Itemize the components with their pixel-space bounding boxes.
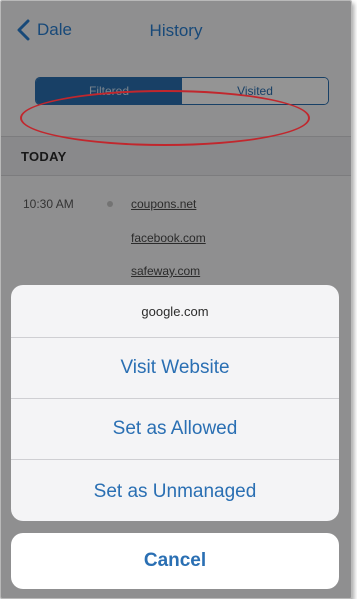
visit-website-button[interactable]: Visit Website bbox=[11, 338, 339, 399]
action-sheet-title: google.com bbox=[11, 285, 339, 338]
cancel-button[interactable]: Cancel bbox=[11, 533, 339, 589]
action-sheet: google.com Visit Website Set as Allowed … bbox=[11, 285, 339, 521]
phone-screen: Dale History Filtered Visited TODAY 10:3… bbox=[0, 0, 352, 599]
set-as-allowed-button[interactable]: Set as Allowed bbox=[11, 399, 339, 460]
set-as-unmanaged-button[interactable]: Set as Unmanaged bbox=[11, 460, 339, 521]
